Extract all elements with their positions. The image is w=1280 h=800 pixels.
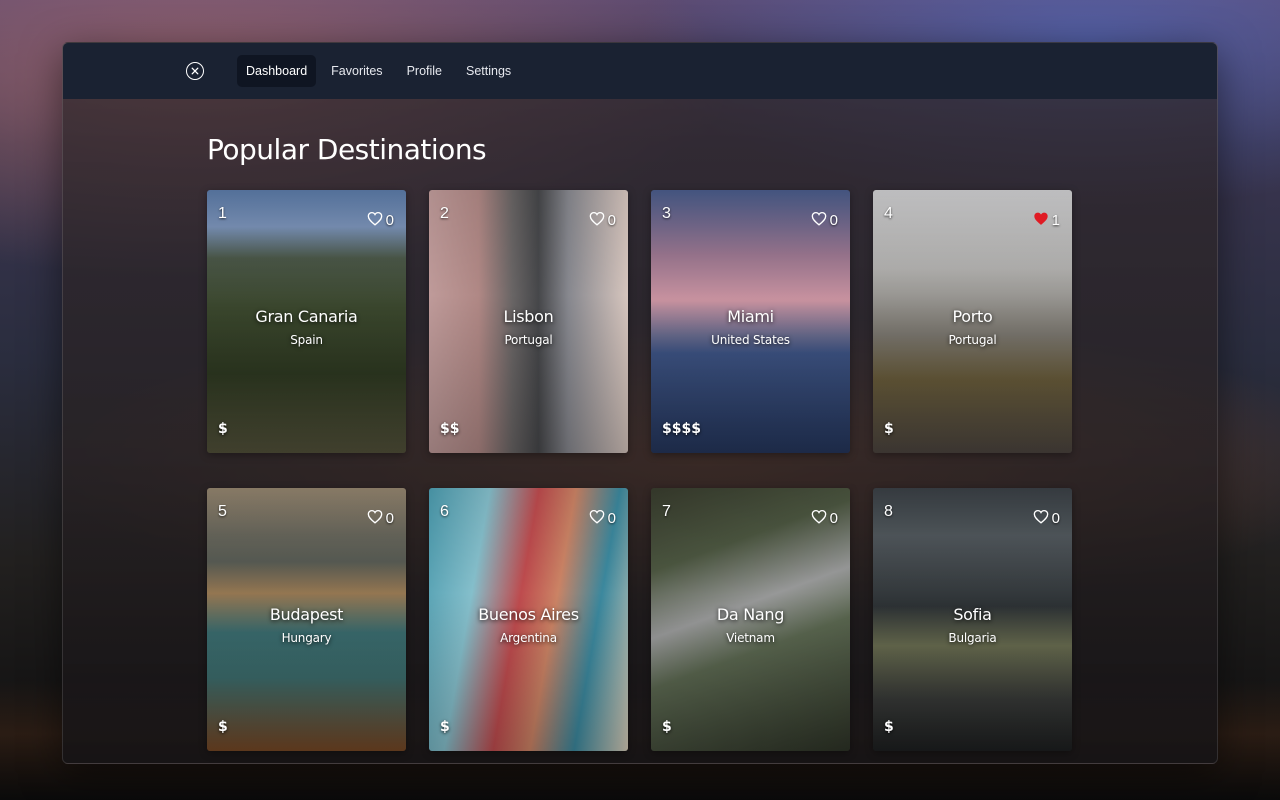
- rank-number: 4: [884, 205, 893, 222]
- like-count: 0: [385, 510, 394, 527]
- like-button[interactable]: 0: [589, 509, 616, 528]
- rank-number: 2: [440, 205, 449, 222]
- heart-icon: [367, 509, 383, 528]
- country-name: Portugal: [504, 333, 553, 347]
- like-count: 0: [385, 212, 394, 229]
- like-button[interactable]: 0: [589, 211, 616, 230]
- destination-card[interactable]: 1 0 Gran Canaria Spain $: [207, 190, 406, 453]
- like-button[interactable]: 0: [367, 211, 394, 230]
- destination-card[interactable]: 2 0 Lisbon Portugal $$: [429, 190, 628, 453]
- country-name: Portugal: [948, 333, 997, 347]
- country-name: Spain: [290, 333, 323, 347]
- city-name: Budapest: [269, 605, 344, 624]
- city-name: Gran Canaria: [255, 307, 358, 326]
- price-level: $$: [440, 421, 460, 437]
- destination-card[interactable]: 6 0 Buenos Aires Argentina $: [429, 488, 628, 751]
- price-level: $: [884, 719, 894, 735]
- heart-icon: [811, 211, 827, 230]
- like-button[interactable]: 0: [811, 509, 838, 528]
- like-count: 0: [829, 510, 838, 527]
- rank-number: 8: [884, 503, 893, 520]
- like-count: 0: [607, 212, 616, 229]
- price-level: $: [218, 421, 228, 437]
- tab-favorites[interactable]: Favorites: [322, 55, 391, 87]
- close-icon[interactable]: [186, 62, 204, 80]
- destination-card[interactable]: 3 0 Miami United States $$$$: [651, 190, 850, 453]
- tab-profile[interactable]: Profile: [398, 55, 451, 87]
- price-level: $: [440, 719, 450, 735]
- country-name: Argentina: [500, 631, 557, 645]
- like-count: 0: [1051, 510, 1060, 527]
- city-name: Porto: [952, 307, 993, 326]
- destination-card[interactable]: 4 1 Porto Portugal $: [873, 190, 1072, 453]
- like-count: 0: [829, 212, 838, 229]
- heart-icon: [1033, 509, 1049, 528]
- price-level: $: [218, 719, 228, 735]
- heart-icon: [811, 509, 827, 528]
- nav-tabs: Dashboard Favorites Profile Settings: [237, 55, 520, 87]
- tab-dashboard[interactable]: Dashboard: [237, 55, 317, 87]
- like-count: 1: [1051, 212, 1060, 229]
- heart-icon: [367, 211, 383, 230]
- top-navigation-bar: Dashboard Favorites Profile Settings: [63, 43, 1217, 99]
- country-name: United States: [711, 333, 790, 347]
- city-name: Da Nang: [716, 605, 785, 624]
- heart-filled-icon: [1033, 211, 1049, 230]
- rank-number: 3: [662, 205, 671, 222]
- city-name: Sofia: [953, 605, 992, 624]
- city-name: Buenos Aires: [478, 605, 579, 624]
- destination-grid: 1 0 Gran Canaria Spain $ 2 0 Lisbon Port…: [207, 190, 1072, 751]
- destination-card[interactable]: 5 0 Budapest Hungary $: [207, 488, 406, 751]
- destination-card[interactable]: 8 0 Sofia Bulgaria $: [873, 488, 1072, 751]
- country-name: Vietnam: [726, 631, 775, 645]
- rank-number: 7: [662, 503, 671, 520]
- city-name: Miami: [727, 307, 774, 326]
- like-button[interactable]: 1: [1033, 211, 1060, 230]
- rank-number: 6: [440, 503, 449, 520]
- destination-card[interactable]: 7 0 Da Nang Vietnam $: [651, 488, 850, 751]
- country-name: Bulgaria: [948, 631, 997, 645]
- price-level: $: [662, 719, 672, 735]
- rank-number: 5: [218, 503, 227, 520]
- heart-icon: [589, 509, 605, 528]
- price-level: $$$$: [662, 421, 701, 437]
- tab-settings[interactable]: Settings: [457, 55, 520, 87]
- heart-icon: [589, 211, 605, 230]
- page-title: Popular Destinations: [207, 133, 487, 166]
- like-button[interactable]: 0: [367, 509, 394, 528]
- like-button[interactable]: 0: [811, 211, 838, 230]
- city-name: Lisbon: [503, 307, 554, 326]
- like-button[interactable]: 0: [1033, 509, 1060, 528]
- rank-number: 1: [218, 205, 227, 222]
- price-level: $: [884, 421, 894, 437]
- app-window: Dashboard Favorites Profile Settings Pop…: [62, 42, 1218, 764]
- country-name: Hungary: [281, 631, 332, 645]
- like-count: 0: [607, 510, 616, 527]
